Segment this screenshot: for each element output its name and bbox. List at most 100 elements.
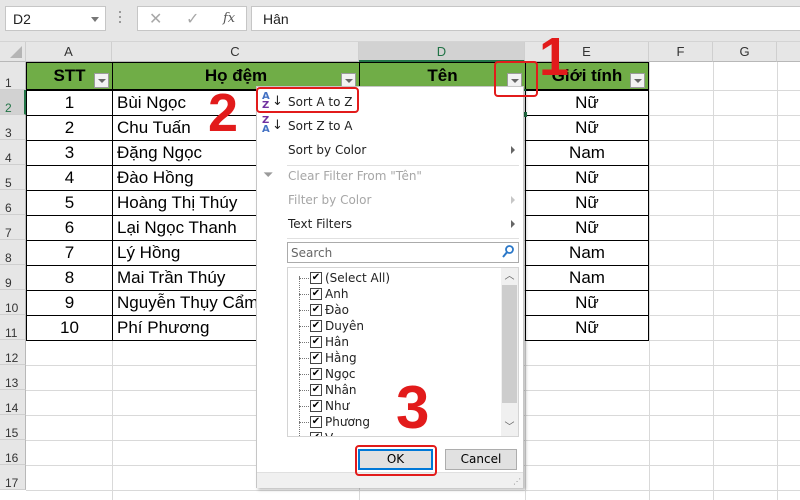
menu-item-sort-z-to-a[interactable]: ZA ↓ Sort Z to A bbox=[257, 115, 523, 137]
filter-dropdown-stt[interactable] bbox=[94, 73, 109, 88]
row-header[interactable]: 11 bbox=[0, 315, 26, 340]
checkbox[interactable]: ✔ bbox=[310, 352, 322, 364]
checkbox[interactable]: ✔ bbox=[310, 400, 322, 412]
cell-gioi-tinh[interactable]: Nam bbox=[525, 140, 649, 166]
checkbox[interactable]: ✔ bbox=[310, 384, 322, 396]
cell-stt[interactable]: 3 bbox=[26, 140, 113, 166]
row-header[interactable]: 5 bbox=[0, 165, 26, 190]
filter-list-item[interactable]: ✔ Hân bbox=[310, 334, 349, 350]
row-header[interactable]: 8 bbox=[0, 240, 26, 265]
select-all-corner[interactable] bbox=[0, 42, 26, 62]
header-ten-label: Tên bbox=[427, 66, 458, 85]
header-cell-stt[interactable]: STT bbox=[26, 62, 113, 90]
column-header-a[interactable]: A bbox=[26, 42, 112, 62]
row-header[interactable]: 17 bbox=[0, 465, 26, 490]
filter-list-item-label: Hằng bbox=[325, 351, 357, 365]
filter-list-item[interactable]: ✔V... bbox=[310, 430, 343, 436]
submenu-arrow-icon bbox=[511, 196, 515, 204]
cell-stt[interactable]: 1 bbox=[26, 90, 113, 116]
cell-gioi-tinh[interactable]: Nam bbox=[525, 240, 649, 266]
cell-stt[interactable]: 9 bbox=[26, 290, 113, 316]
tree-line bbox=[299, 358, 309, 359]
filter-list-item[interactable]: ✔ (Select All) bbox=[310, 270, 390, 286]
filter-list-item[interactable]: ✔ Duyên bbox=[310, 318, 364, 334]
filter-list-item[interactable]: ✔ Anh bbox=[310, 286, 348, 302]
step-2-label: 2 bbox=[208, 83, 239, 143]
formula-input[interactable]: Hân bbox=[251, 6, 800, 31]
tree-line bbox=[299, 422, 309, 423]
cell-stt[interactable]: 6 bbox=[26, 215, 113, 241]
row-header[interactable]: 9 bbox=[0, 265, 26, 290]
menu-item-text-filters[interactable]: Text Filters bbox=[257, 213, 523, 235]
cell-stt[interactable]: 10 bbox=[26, 315, 113, 341]
column-header-d[interactable]: D bbox=[359, 42, 525, 62]
cell-stt[interactable]: 5 bbox=[26, 190, 113, 216]
filter-list-item[interactable]: ✔ Nhân bbox=[310, 382, 357, 398]
list-scrollbar[interactable]: ︿ ﹀ bbox=[501, 268, 518, 436]
chevron-down-icon[interactable] bbox=[91, 17, 99, 22]
row-header[interactable]: 1 bbox=[0, 62, 26, 90]
clear-filter-icon: ⏷ bbox=[263, 168, 274, 183]
cell-stt[interactable]: 8 bbox=[26, 265, 113, 291]
checkbox[interactable]: ✔ bbox=[310, 368, 322, 380]
row-header[interactable]: 14 bbox=[0, 390, 26, 415]
cancel-button[interactable]: Cancel bbox=[445, 449, 517, 470]
checkbox[interactable]: ✔ bbox=[310, 432, 322, 436]
row-header[interactable]: 10 bbox=[0, 290, 26, 315]
scroll-down-icon[interactable]: ﹀ bbox=[501, 419, 518, 436]
row-header[interactable]: 16 bbox=[0, 440, 26, 465]
filter-list-item-label: Nhân bbox=[325, 383, 357, 397]
drag-handle-icon[interactable] bbox=[119, 11, 122, 27]
cell-gioi-tinh[interactable]: Nam bbox=[525, 265, 649, 291]
row-header[interactable]: 15 bbox=[0, 415, 26, 440]
checkbox[interactable]: ✔ bbox=[310, 320, 322, 332]
column-header-g[interactable]: G bbox=[713, 42, 777, 62]
cell-gioi-tinh[interactable]: Nữ bbox=[525, 165, 649, 191]
column-header-h[interactable] bbox=[777, 42, 800, 62]
step-1-label: 1 bbox=[539, 27, 570, 87]
enter-icon[interactable]: ✓ bbox=[186, 9, 199, 29]
filter-list-item[interactable]: ✔ Ngọc bbox=[310, 366, 356, 382]
resize-grip-icon[interactable]: ⋰ bbox=[513, 477, 521, 486]
cell-stt[interactable]: 4 bbox=[26, 165, 113, 191]
tree-line bbox=[299, 342, 309, 343]
filter-list-item[interactable]: ✔ Phương bbox=[310, 414, 370, 430]
name-box[interactable]: D2 bbox=[5, 6, 106, 31]
filter-list-item[interactable]: ✔ Hằng bbox=[310, 350, 357, 366]
scroll-up-icon[interactable]: ︿ bbox=[501, 268, 518, 285]
search-input[interactable]: Search bbox=[287, 242, 519, 263]
row-header[interactable]: 12 bbox=[0, 340, 26, 365]
scrollbar-thumb[interactable] bbox=[502, 285, 517, 403]
cell-gioi-tinh[interactable]: Nữ bbox=[525, 190, 649, 216]
column-header-c[interactable]: C bbox=[112, 42, 359, 62]
filter-list-item-label: Anh bbox=[325, 287, 349, 301]
cell-stt[interactable]: 2 bbox=[26, 115, 113, 141]
insert-function-icon[interactable]: fx bbox=[223, 11, 235, 26]
checkbox[interactable]: ✔ bbox=[310, 416, 322, 428]
cell-gioi-tinh[interactable]: Nữ bbox=[525, 315, 649, 341]
filter-list-item[interactable]: ✔ Như bbox=[310, 398, 349, 414]
row-header[interactable]: 4 bbox=[0, 140, 26, 165]
step-3-label: 3 bbox=[396, 374, 430, 441]
checkbox[interactable]: ✔ bbox=[310, 336, 322, 348]
cell-gioi-tinh[interactable]: Nữ bbox=[525, 290, 649, 316]
checkbox[interactable]: ✔ bbox=[310, 272, 322, 284]
row-header[interactable]: 6 bbox=[0, 190, 26, 215]
row-header[interactable]: 3 bbox=[0, 115, 26, 140]
column-header-f[interactable]: F bbox=[649, 42, 713, 62]
highlight-box-sort-a-z bbox=[256, 87, 359, 113]
cell-stt[interactable]: 7 bbox=[26, 240, 113, 266]
row-header[interactable]: 13 bbox=[0, 365, 26, 390]
cell-gioi-tinh[interactable]: Nữ bbox=[525, 115, 649, 141]
menu-item-sort-by-color[interactable]: Sort by Color bbox=[257, 139, 523, 161]
filter-dropdown-gioi-tinh[interactable] bbox=[630, 73, 645, 88]
search-icon bbox=[502, 245, 514, 258]
cell-gioi-tinh[interactable]: Nữ bbox=[525, 90, 649, 116]
cell-gioi-tinh[interactable]: Nữ bbox=[525, 215, 649, 241]
row-header[interactable]: 2 bbox=[0, 90, 26, 115]
checkbox[interactable]: ✔ bbox=[310, 288, 322, 300]
checkbox[interactable]: ✔ bbox=[310, 304, 322, 316]
cancel-icon[interactable]: ✕ bbox=[149, 9, 162, 29]
filter-list-item[interactable]: ✔ Đào bbox=[310, 302, 349, 318]
row-header[interactable]: 7 bbox=[0, 215, 26, 240]
